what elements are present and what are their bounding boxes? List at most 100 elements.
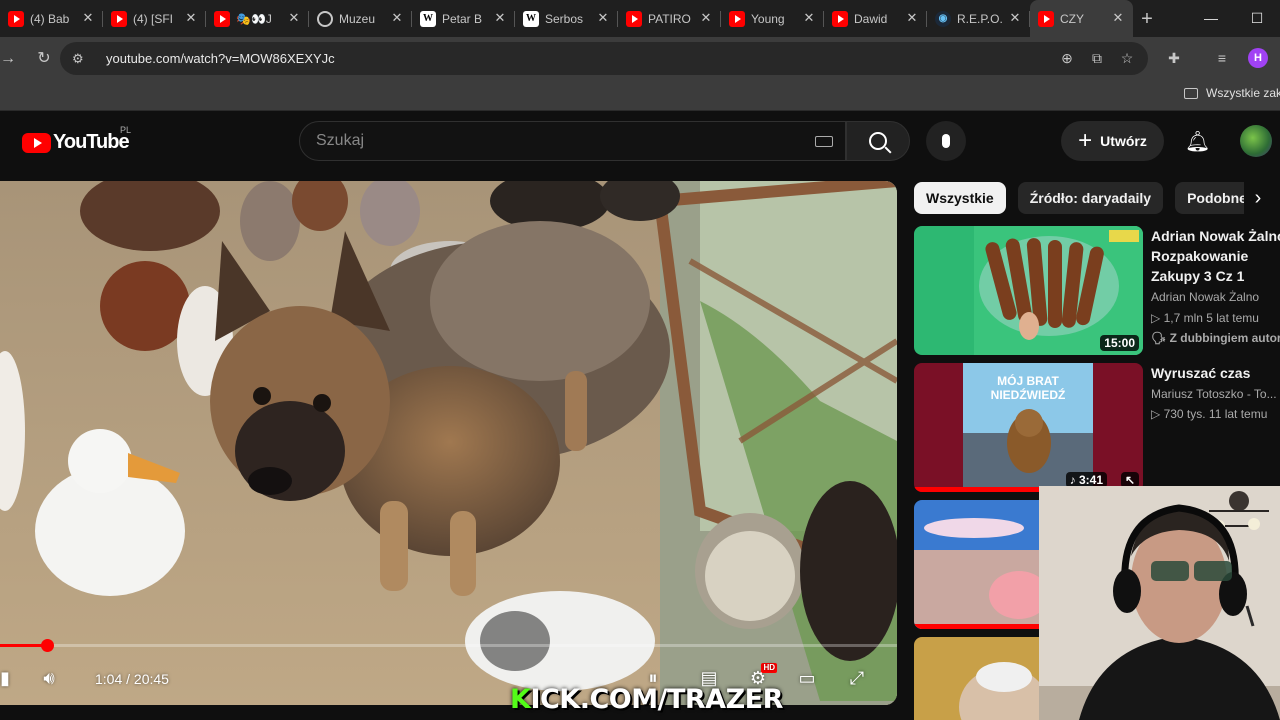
kick-channel-text: ICK.COM/TRAZER (530, 684, 783, 715)
close-tab-icon[interactable]: ✕ (287, 11, 301, 25)
reload-icon[interactable]: ↻ (30, 45, 58, 73)
webcam-image (1039, 486, 1280, 720)
browser-tab[interactable]: W Petar B ✕ (412, 0, 515, 37)
extensions-icon[interactable]: ✚ (1165, 49, 1183, 67)
hd-badge: HD (761, 663, 777, 673)
wikipedia-icon: W (420, 10, 436, 27)
search-button[interactable] (846, 121, 910, 161)
video-title[interactable]: Adrian Nowak Żalno Rozpakowanie Zakupy 3… (1151, 226, 1280, 286)
recommendation-item[interactable]: 15:00 Adrian Nowak Żalno Rozpakowanie Za… (914, 226, 1280, 356)
dubbing-label: Z dubbingiem autor (1169, 331, 1280, 345)
close-tab-icon[interactable]: ✕ (1008, 11, 1022, 25)
progress-fill (0, 644, 47, 647)
url-text: youtube.com/watch?v=MOW86XEXYJc (106, 51, 335, 66)
zoom-icon[interactable]: ⊕ (1058, 49, 1076, 67)
theater-mode-icon[interactable]: ▭ (794, 665, 820, 691)
browser-tab[interactable]: ◉ R.E.P.O. ✕ (927, 0, 1030, 37)
video-player[interactable]: ▮ 🔊︎ 1:04 / 20:45 ⏸︎ ▤ ⚙ HD ▭ ⤢ (0, 181, 897, 705)
recommendation-item[interactable]: MÓJ BRAT NIEDŹWIEDŹ ♪ 3:41 ↖ Wyruszać cz… (914, 363, 1280, 493)
browser-profile-avatar[interactable]: H (1248, 48, 1268, 68)
user-avatar[interactable] (1240, 125, 1272, 157)
filter-chip[interactable]: Wszystkie (914, 182, 1006, 214)
video-title[interactable]: Wyruszać czas (1151, 363, 1280, 383)
close-tab-icon[interactable]: ✕ (493, 11, 507, 25)
progress-scrubber[interactable] (40, 639, 54, 652)
music-note-icon: ♪ (1069, 473, 1076, 487)
create-button[interactable]: + Utwórz (1061, 121, 1164, 161)
search-box (299, 121, 846, 161)
forward-icon[interactable]: → (0, 45, 22, 73)
play-pause-icon[interactable]: ▮ (0, 665, 18, 691)
close-tab-icon[interactable]: ✕ (699, 11, 713, 25)
country-code: PL (120, 125, 132, 135)
video-thumbnail[interactable]: 15:00 (914, 226, 1143, 355)
browser-tab[interactable]: Young ✕ (721, 0, 824, 37)
browser-tab[interactable]: (4) Bab ✕ (0, 0, 103, 37)
close-tab-icon[interactable]: ✕ (184, 11, 198, 25)
browser-tab[interactable]: CZY ✕ (1030, 0, 1133, 37)
duration-value: 3:41 (1078, 473, 1103, 487)
browser-tab-strip: (4) Bab ✕ (4) [SFI ✕ 🎭👀J ✕ Muzeu ✕ W Petar B ✕ W Ser… (0, 0, 1280, 37)
notifications-bell-icon[interactable]: 🔔︎ (1185, 129, 1210, 153)
browser-tab[interactable]: (4) [SFI ✕ (103, 0, 206, 37)
browser-tab[interactable]: W Serbos ✕ (515, 0, 618, 37)
site-info-icon[interactable]: ⚙ (72, 51, 88, 67)
youtube-icon (214, 10, 230, 27)
search-icon (869, 132, 887, 150)
keyboard-icon[interactable] (815, 136, 833, 147)
close-tab-icon[interactable]: ✕ (1111, 11, 1125, 25)
media-control-icon[interactable]: ≡ (1213, 49, 1231, 67)
title-line: Adrian Nowak Żalno (1151, 228, 1280, 244)
video-duration: 15:00 (1100, 335, 1139, 351)
bookmarks-bar: Wszystkie zakł (0, 80, 1280, 111)
steam-icon: ◉ (935, 10, 951, 27)
maximize-icon[interactable]: ☐ (1234, 0, 1280, 37)
all-bookmarks-folder[interactable]: Wszystkie zakł (1184, 86, 1280, 100)
video-stats: ▷ 730 tys. 11 lat temu (1151, 407, 1268, 421)
install-app-icon[interactable]: ⧉ (1088, 49, 1106, 67)
plus-icon: + (1078, 127, 1093, 154)
volume-icon[interactable]: 🔊︎ (36, 665, 62, 691)
search-input[interactable] (300, 122, 780, 160)
video-thumbnail[interactable]: MÓJ BRAT NIEDŹWIEDŹ ♪ 3:41 ↖ (914, 363, 1143, 492)
youtube-header: YouTube PL + Utwórz 🔔︎ (0, 111, 1280, 171)
channel-name[interactable]: Mariusz Totoszko - To... (1151, 387, 1280, 401)
minimize-icon[interactable]: — (1188, 0, 1234, 37)
youtube-icon (111, 10, 127, 27)
title-line: Rozpakowanie (1151, 248, 1249, 264)
youtube-play-icon (22, 132, 51, 153)
youtube-logo[interactable]: YouTube PL (22, 125, 131, 154)
webcam-overlay (1039, 486, 1280, 720)
close-tab-icon[interactable]: ✕ (596, 11, 610, 25)
title-line: Zakupy 3 Cz 1 (1151, 268, 1245, 284)
close-tab-icon[interactable]: ✕ (81, 11, 95, 25)
voice-search-button[interactable] (926, 121, 966, 161)
thumbnail-title-line1: MÓJ BRAT (997, 373, 1059, 388)
close-tab-icon[interactable]: ✕ (390, 11, 404, 25)
close-tab-icon[interactable]: ✕ (802, 11, 816, 25)
fullscreen-icon[interactable]: ⤢ (844, 665, 870, 691)
microphone-icon (942, 134, 950, 148)
youtube-icon (8, 10, 24, 27)
video-frame (0, 181, 897, 705)
folder-icon (1184, 87, 1198, 99)
filter-chips: Wszystkie Źródło: daryadaily Podobne (914, 182, 1280, 214)
bookmark-star-icon[interactable]: ☆ (1118, 49, 1136, 67)
browser-tab[interactable]: PATIRO ✕ (618, 0, 721, 37)
browser-tab[interactable]: Muzeu ✕ (309, 0, 412, 37)
omnibox[interactable]: ⚙ youtube.com/watch?v=MOW86XEXYJc (60, 42, 1148, 75)
youtube-wordmark: YouTube (53, 131, 130, 153)
filter-chip[interactable]: Źródło: daryadaily (1017, 182, 1164, 214)
kick-channel-overlay: KICK.COM/TRAZER (510, 684, 783, 715)
browser-tab[interactable]: Dawid ✕ (824, 0, 927, 37)
channel-name[interactable]: Adrian Nowak Żalno (1151, 290, 1280, 304)
close-tab-icon[interactable]: ✕ (905, 11, 919, 25)
globe-icon (317, 10, 333, 27)
new-tab-plus-icon[interactable]: + (1133, 5, 1161, 33)
thumbnail-title-line2: NIEDŹWIEDŹ (991, 387, 1066, 402)
chips-next-chevron-icon[interactable]: › (1244, 182, 1272, 214)
youtube-icon (1038, 10, 1054, 27)
progress-bar[interactable] (0, 639, 897, 652)
browser-tab[interactable]: 🎭👀J ✕ (206, 0, 309, 37)
thumbnail-image: MÓJ BRAT NIEDŹWIEDŹ (914, 363, 1143, 492)
